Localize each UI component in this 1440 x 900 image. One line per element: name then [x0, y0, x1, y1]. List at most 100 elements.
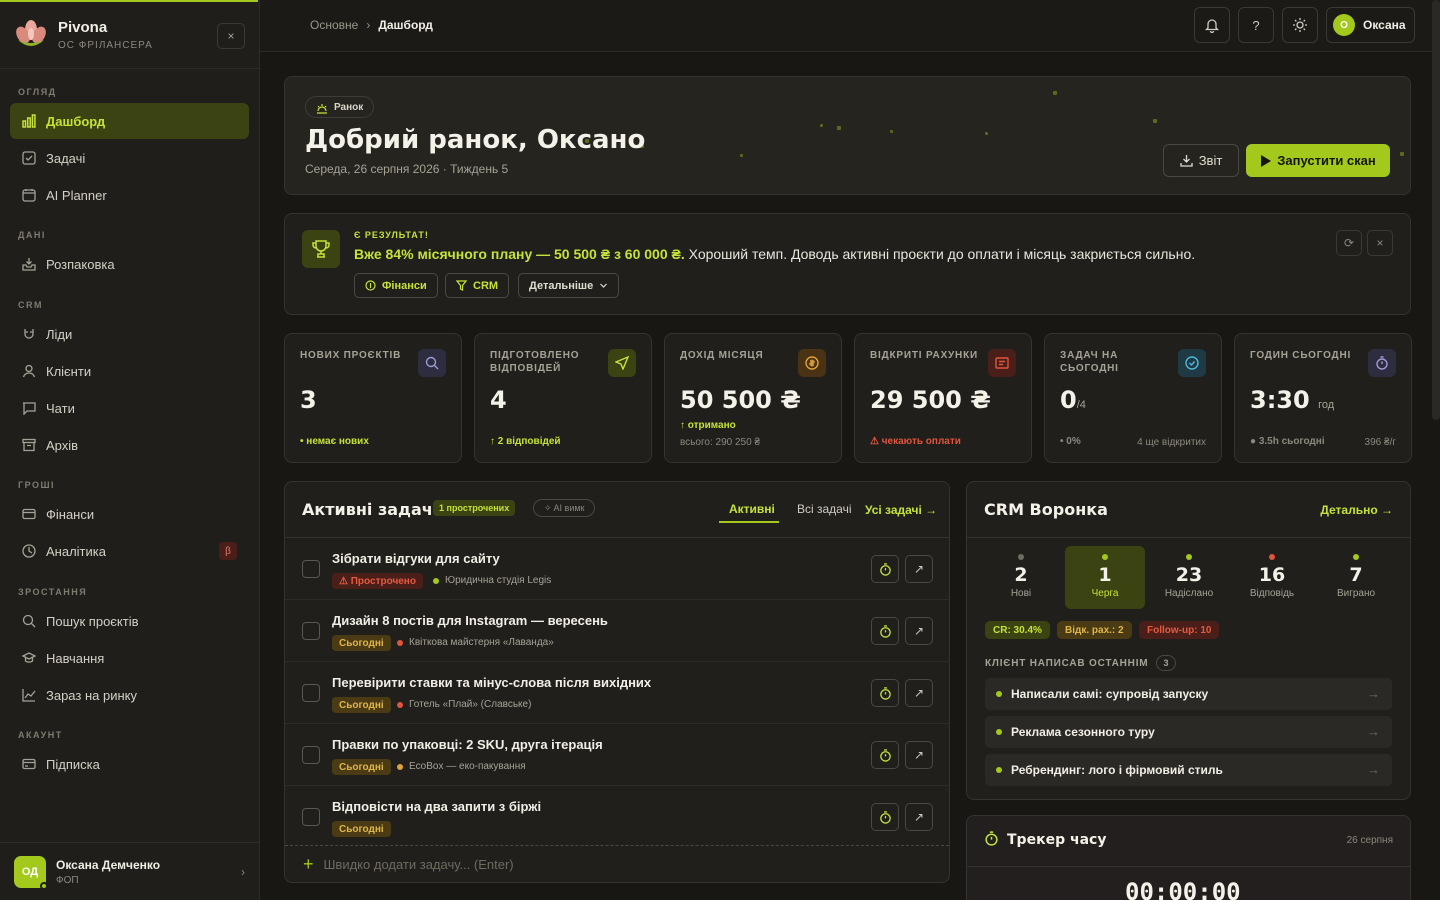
task-row[interactable]: Дизайн 8 постів для Instagram — вересень… [285, 600, 949, 662]
finance-chip-button[interactable]: Фінанси [354, 273, 438, 298]
sparkle-decoration [1400, 152, 1404, 156]
recent-client-row[interactable]: Реклама сезонного туру → [985, 716, 1392, 748]
sidebar-item-leads[interactable]: Ліди [10, 316, 249, 352]
ai-toggle[interactable]: ✧ AI вимк [533, 499, 596, 517]
sidebar-item-archive[interactable]: Архів [10, 427, 249, 463]
sidebar-item-tasks[interactable]: Задачі [10, 140, 249, 176]
crm-details-link[interactable]: Детально → [1320, 503, 1393, 517]
stage-label: Надіслано [1164, 588, 1214, 599]
details-dropdown-button[interactable]: Детальніше [518, 273, 620, 298]
theme-toggle-button[interactable] [1282, 7, 1318, 43]
task-row[interactable]: Зібрати відгуки для сайту ⚠ Прострочено … [285, 538, 949, 600]
result-alert: Є РЕЗУЛЬТАТ! Вже 84% місячного плану — 5… [284, 213, 1411, 315]
refresh-button[interactable]: ⟳ [1336, 230, 1362, 256]
sidebar-item-subscription[interactable]: Підписка [10, 746, 249, 782]
start-timer-button[interactable] [871, 741, 899, 769]
arrow-right-icon: → [1367, 686, 1380, 701]
user-role: ФОП [56, 874, 79, 886]
stat-number: 3:30 [1250, 386, 1310, 414]
task-checkbox[interactable] [302, 684, 320, 702]
funnel-stage-reply[interactable]: 16 Відповідь [1232, 546, 1312, 609]
stat-card-tasks-today[interactable]: ЗАДАЧ НА СЬОГОДНІ 0/4 • 0% 4 ще відкрити… [1044, 333, 1222, 463]
open-task-button[interactable]: ↗ [905, 679, 933, 707]
report-button[interactable]: Звіт [1163, 144, 1239, 177]
notifications-button[interactable] [1194, 7, 1230, 43]
stopwatch-icon [1368, 349, 1396, 377]
funnel-stage-new[interactable]: 2 Нові [981, 546, 1061, 609]
sidebar-item-chats[interactable]: Чати [10, 390, 249, 426]
start-timer-button[interactable] [871, 555, 899, 583]
active-tab-indicator [719, 521, 779, 523]
sidebar-item-learning[interactable]: Навчання [10, 640, 249, 676]
tab-active[interactable]: Активні [729, 502, 775, 516]
task-row[interactable]: Правки по упаковці: 2 SKU, друга ітераці… [285, 724, 949, 786]
task-checkbox[interactable] [302, 622, 320, 640]
overdue-badge: 1 прострочених [433, 500, 516, 516]
open-invoices-badge: Відк. рах.: 2 [1057, 621, 1132, 639]
sidebar-item-market-now[interactable]: Зараз на ринку [10, 677, 249, 713]
recent-client-row[interactable]: Ребрендинг: лого і фірмовий стиль → [985, 754, 1392, 786]
funnel-stage-sent[interactable]: 23 Надіслано [1149, 546, 1229, 609]
tab-all-tasks[interactable]: Всі задачі [797, 502, 852, 516]
task-row[interactable]: Перевірити ставки та мінус-слова після в… [285, 662, 949, 724]
sidebar-item-ai-planner[interactable]: AI Planner [10, 177, 249, 213]
funnel-stage-won[interactable]: 7 Виграно [1316, 546, 1396, 609]
breadcrumb-current: Дашборд [378, 18, 433, 32]
crm-chip-button[interactable]: CRM [445, 273, 510, 298]
timer-date: 26 серпня [1346, 835, 1393, 846]
open-task-button[interactable]: ↗ [905, 555, 933, 583]
stat-card-new-projects[interactable]: НОВИХ ПРОЄКТІВ 3 • немає нових [284, 333, 462, 463]
dismiss-alert-button[interactable]: × [1367, 230, 1393, 256]
open-task-button[interactable]: ↗ [905, 617, 933, 645]
sidebar-item-project-search[interactable]: Пошук проєктів [10, 603, 249, 639]
stat-right-note: 4 ще відкритих [1137, 437, 1206, 448]
funnel-stage-queue[interactable]: 1 Черга [1065, 546, 1145, 609]
section-label-overview: ОГЛЯД [18, 87, 57, 97]
close-sidebar-button[interactable]: × [217, 23, 245, 49]
open-task-button[interactable]: ↗ [905, 803, 933, 831]
task-status-badge: Сьогодні [332, 635, 391, 651]
stopwatch-icon [879, 810, 891, 824]
sidebar-item-finance[interactable]: Фінанси [10, 496, 249, 532]
brand[interactable]: Pivona ОС ФРІЛАНСЕРА [14, 18, 153, 52]
chat-icon [23, 402, 36, 415]
recent-client-row[interactable]: Написали самі: супровід запуску → [985, 678, 1392, 710]
quick-add-task-input[interactable]: + Швидко додати задачу... (Enter) [285, 845, 949, 883]
scrollbar[interactable] [1432, 0, 1440, 420]
task-checkbox[interactable] [302, 808, 320, 826]
start-timer-button[interactable] [871, 803, 899, 831]
open-task-button[interactable]: ↗ [905, 741, 933, 769]
recent-clients-heading: КЛІЄНТ НАПИСАВ ОСТАННІМ 3 [985, 655, 1177, 671]
start-timer-button[interactable] [871, 617, 899, 645]
quick-add-placeholder: Швидко додати задачу... (Enter) [323, 857, 514, 872]
task-row[interactable]: Відповісти на два запити з біржі Сьогодн… [285, 786, 949, 848]
sidebar-item-label: Аналітика [46, 543, 106, 559]
sparkle-decoration [1153, 119, 1157, 123]
stat-footnote: ⚠ чекають оплати [870, 436, 961, 447]
user-menu-button[interactable]: О Оксана [1326, 7, 1415, 43]
stat-card-monthly-income[interactable]: ДОХІД МІСЯЦЯ 50 500 ₴ ↑ отримано всього:… [664, 333, 842, 463]
task-status-badge: Сьогодні [332, 821, 391, 837]
sidebar-item-dashboard[interactable]: Дашборд [10, 103, 249, 139]
stat-card-open-invoices[interactable]: ВІДКРИТІ РАХУНКИ 29 500 ₴ ⚠ чекають опла… [854, 333, 1032, 463]
crm-funnel-panel: CRM Воронка Детально → 2 Нові 1 Черга 23… [966, 481, 1411, 800]
stat-card-prepared-replies[interactable]: ПІДГОТОВЛЕНО ВІДПОВІДЕЙ 4 ↑ 2 відповідей [474, 333, 652, 463]
help-button[interactable]: ? [1238, 7, 1274, 43]
bar-chart-icon [22, 114, 36, 128]
breadcrumb-item[interactable]: Основне [310, 18, 358, 32]
run-scan-button[interactable]: Запустити скан [1246, 144, 1390, 177]
task-checkbox[interactable] [302, 560, 320, 578]
start-timer-button[interactable] [871, 679, 899, 707]
sidebar-item-unpacking[interactable]: Розпаковка [10, 246, 249, 282]
sidebar-item-label: Клієнти [46, 363, 92, 379]
sidebar-accent-line [0, 0, 258, 2]
stat-card-hours-today[interactable]: ГОДИН СЬОГОДНІ 3:30 год ● 3.5h сьогодні … [1234, 333, 1412, 463]
sidebar-item-clients[interactable]: Клієнти [10, 353, 249, 389]
sparkle-decoration [837, 126, 841, 130]
stat-footnote: • 0% [1060, 436, 1081, 447]
sidebar-item-analytics[interactable]: Аналітика β [10, 533, 249, 569]
task-checkbox[interactable] [302, 746, 320, 764]
all-tasks-link[interactable]: Усі задачі → [865, 503, 937, 517]
user-profile[interactable]: ОД Оксана Демченко ФОП › [0, 842, 259, 900]
recent-client-title: Реклама сезонного туру [1011, 725, 1155, 739]
